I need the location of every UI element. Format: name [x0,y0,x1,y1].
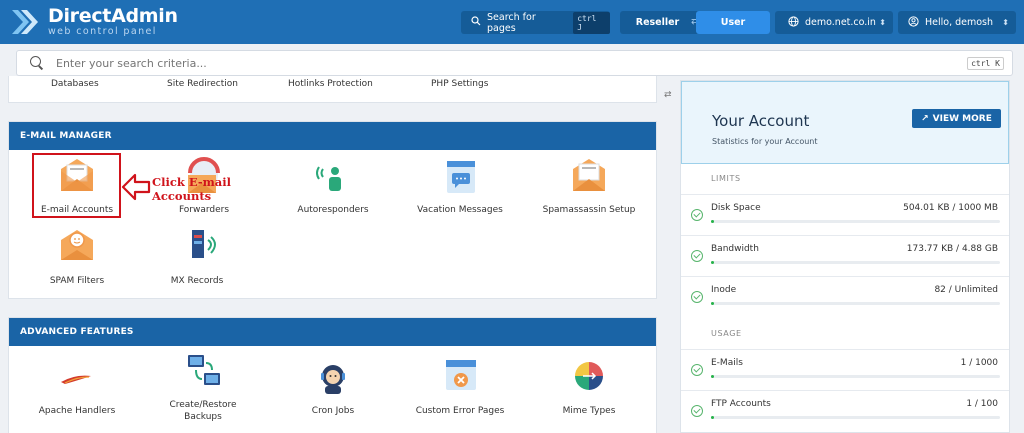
user-greeting: Hello, demosh [925,17,994,28]
your-account-subtitle: Statistics for your Account [712,137,818,146]
view-more-button[interactable]: ↗ VIEW MORE [912,109,1001,128]
check-circle-icon [691,405,703,417]
stat-progress-bar [711,220,1000,223]
stat-row: Bandwidth 173.77 KB / 4.88 GB [681,235,1009,276]
stat-value: 82 / Unlimited [934,285,998,295]
logo-title: DirectAdmin [48,5,178,27]
logo-subtitle: web control panel [48,26,157,37]
tile-label: MX Records [170,276,224,286]
tile-label-line-1: Create/Restore [169,400,237,410]
previous-section-row: Databases Site Redirection Hotlinks Prot… [8,76,657,103]
link-php-settings[interactable]: PHP Settings [431,79,488,89]
stat-row: Inode 82 / Unlimited [681,276,1009,317]
link-hotlinks-protection[interactable]: Hotlinks Protection [288,79,373,89]
link-databases[interactable]: Databases [51,79,99,89]
tile-label: Spamassassin Setup [542,205,636,215]
stat-progress-fill [711,261,714,264]
search-shortcut: ctrl J [573,11,610,34]
email-manager-title: E-MAIL MANAGER [9,122,656,150]
limits-label: LIMITS [711,174,741,183]
globe-icon [788,15,799,30]
tile-label: Vacation Messages [417,205,503,215]
feather-icon [57,356,97,396]
check-circle-icon [691,291,703,303]
stat-row: E-Mails 1 / 1000 [681,349,1009,390]
check-circle-icon [691,250,703,262]
stat-progress-bar [711,302,1000,305]
stat-label: Bandwidth [711,244,759,254]
tile-label: Autoresponders [297,205,369,215]
stat-label: FTP Accounts [711,399,771,409]
email-accounts-highlight [32,153,121,218]
role-reseller-button[interactable]: Reseller [620,11,695,34]
search-input[interactable] [56,56,936,70]
search-criteria-bar: ctrl K [16,50,1013,76]
domain-name: demo.net.co.in [805,17,876,28]
advanced-features-title: ADVANCED FEATURES [9,318,656,346]
search-input-shortcut: ctrl K [967,56,1004,70]
stat-label: Disk Space [711,203,761,213]
error-page-icon [441,356,481,396]
stat-label: Inode [711,285,737,295]
your-account-header: Your Account Statistics for your Account… [681,81,1009,164]
search-pages-label: Search for pages [487,11,536,34]
stat-value: 173.77 KB / 4.88 GB [906,244,998,254]
search-pages-button[interactable]: Search for pages ctrl J [461,11,610,34]
panel-resize-handle-icon[interactable]: ⇄ [664,90,672,100]
chevron-updown-icon: ⬍ [1002,18,1009,27]
domain-selector[interactable]: demo.net.co.in ⬍ [775,11,893,34]
stat-row: Disk Space 504.01 KB / 1000 MB [681,194,1009,235]
stat-progress-fill [711,375,714,378]
tile-label-line-2: Backups [184,412,222,422]
tile-label: Apache Handlers [38,406,116,416]
stat-row: FTP Accounts 1 / 100 [681,390,1009,431]
chevron-updown-icon: ⬍ [879,18,886,27]
stat-progress-fill [711,302,714,305]
logo-chevrons-icon [10,7,40,37]
autoresponder-icon [313,157,353,197]
annotation-line-1: Click E-mail [152,175,231,189]
role-switcher[interactable]: Reseller ⇄ User [620,11,770,34]
tile-label: SPAM Filters [49,276,105,286]
annotation-arrow-icon [121,173,151,201]
usage-label: USAGE [711,329,742,338]
stat-progress-fill [711,220,714,223]
backup-icon [184,352,224,392]
role-user-button[interactable]: User [696,11,770,34]
view-more-label: VIEW MORE [932,113,992,124]
annotation-line-2: Accounts [152,189,212,203]
stat-progress-bar [711,261,1000,264]
tile-label: Custom Error Pages [415,406,505,416]
stat-progress-bar [711,375,1000,378]
tile-label: Forwarders [178,205,230,215]
mx-records-icon [184,226,224,266]
stat-value: 1 / 1000 [960,358,998,368]
spam-filter-icon [57,226,97,266]
search-icon [30,56,44,70]
vacation-message-icon [441,157,481,197]
stat-value: 1 / 100 [966,399,998,409]
spam-envelope-icon [569,157,609,197]
stat-progress-fill [711,416,714,419]
share-arrow-icon: ↗ [921,113,929,124]
check-circle-icon [691,209,703,221]
search-icon [471,16,481,29]
check-circle-icon [691,364,703,376]
tile-label: Cron Jobs [311,406,355,416]
stat-progress-bar [711,416,1000,419]
user-menu[interactable]: Hello, demosh ⬍ [898,11,1016,34]
mime-types-icon [569,356,609,396]
your-account-panel: Your Account Statistics for your Account… [680,80,1010,433]
cron-robot-icon [313,358,353,398]
tile-label: Mime Types [562,406,616,416]
top-navbar: DirectAdmin web control panel Search for… [0,0,1024,44]
annotation-text: Click E-mail Accounts [152,175,231,203]
directadmin-logo[interactable]: DirectAdmin web control panel [10,6,178,37]
stat-value: 504.01 KB / 1000 MB [903,203,998,213]
tile-label: Create/Restore Backups [133,399,273,423]
user-icon [908,15,919,30]
stat-label: E-Mails [711,358,743,368]
your-account-title: Your Account [712,112,810,130]
link-site-redirection[interactable]: Site Redirection [167,79,238,89]
